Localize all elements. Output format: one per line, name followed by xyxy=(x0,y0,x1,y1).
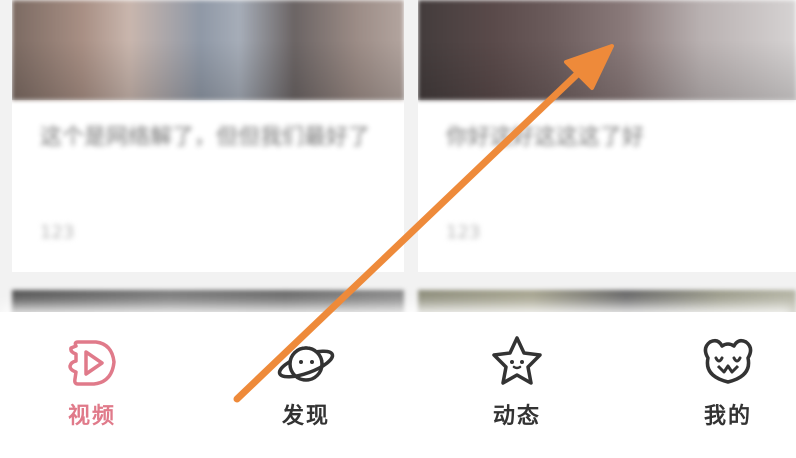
planet-icon xyxy=(276,332,336,392)
tab-label: 我的 xyxy=(703,404,752,429)
video-card[interactable]: 这个是网络解了，但但我们最好了 123 xyxy=(12,0,404,272)
video-card-title: 你好这好这这这了好 xyxy=(446,125,645,150)
tab-activity[interactable]: 动态 xyxy=(457,312,577,458)
tab-label: 发现 xyxy=(281,404,330,429)
koala-face-icon xyxy=(698,332,758,392)
tab-label: 视频 xyxy=(67,404,116,429)
tab-profile[interactable]: 我的 xyxy=(668,312,788,458)
video-card-title: 这个是网络解了，但但我们最好了 xyxy=(40,125,371,150)
video-play-icon xyxy=(62,332,122,392)
tab-discover[interactable]: 发现 xyxy=(246,312,366,458)
video-card-meta: 123 xyxy=(40,222,75,243)
video-card[interactable]: 你好这好这这这了好 123 xyxy=(418,0,796,272)
bottom-tab-bar: 视频 发现 动态 我的 xyxy=(0,312,796,458)
video-card-meta: 123 xyxy=(446,222,481,243)
star-face-icon xyxy=(487,332,547,392)
tab-video[interactable]: 视频 xyxy=(32,312,152,458)
video-feed: 这个是网络解了，但但我们最好了 123 你好这好这这这了好 123 xyxy=(0,0,796,318)
tab-label: 动态 xyxy=(492,404,541,429)
